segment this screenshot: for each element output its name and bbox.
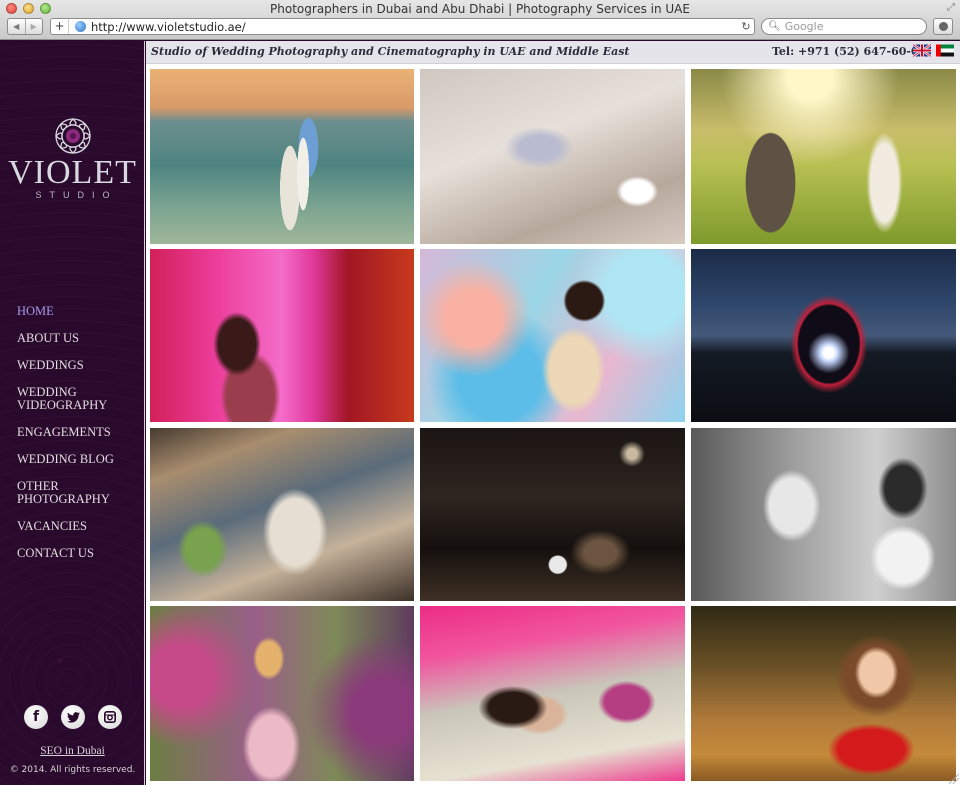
logo-link[interactable]: VIOLET STUDIO [0,117,145,201]
tile-caption: Couple silhouetted under red veil at nig… [691,417,956,422]
tile-caption: Black and white portrait of smiling coup… [691,596,956,601]
search-field[interactable]: 🔍︎ Google [761,18,927,35]
back-button[interactable]: ◀ [8,19,25,34]
history-navigation: ◀ ▶ [7,18,43,35]
url-input[interactable]: http://www.violetstudio.ae/ [91,20,738,34]
search-placeholder: Google [784,20,824,33]
gallery-tile-golf-couple[interactable]: Couple walking hand in hand on sunlit go… [691,69,956,244]
tile-caption: Couple dancing in a wine cellar with bal… [420,596,685,601]
nav-item-vacancies[interactable]: VACANCIES [17,520,117,533]
download-icon [938,22,948,31]
twitter-bird-glyph [66,711,80,723]
gallery-tile-bridal-shoes[interactable]: Jeweled bridal sandals with white flower… [420,69,685,244]
main-content: Studio of Wedding Photography and Cinema… [146,41,960,785]
tile-caption: Couple embracing in the sea at sunset [150,239,414,244]
copyright-text: © 2014. All rights reserved. [9,765,136,775]
gallery-tile-night-veil[interactable]: Couple silhouetted under red veil at nig… [691,249,956,422]
logo-wordmark: VIOLET [8,154,137,191]
nav-item-wedding-blog[interactable]: WEDDING BLOG [17,453,117,466]
nav-item-label: OTHER PHOTOGRAPHY [17,479,110,506]
header-bar: Studio of Wedding Photography and Cinema… [146,41,960,64]
gallery-tile-groom-bokeh[interactable]: Groom in sherwani through colorful bokeh [420,249,685,422]
phone-number: Tel: +971 (52) 647-60-07 [772,45,927,58]
tile-caption: Woman lying in a hammock with pink fabri… [420,776,685,781]
facebook-icon[interactable]: f [24,705,48,729]
gallery-tile-carousel-kiss[interactable]: Couple kissing on a vintage carousel [150,428,414,601]
nav-item-about-us[interactable]: ABOUT US [17,332,117,345]
fullscreen-icon[interactable]: ⤢ [947,2,955,13]
tile-caption: Woman in pink dress among flowers [150,776,414,781]
studio-tagline: Studio of Wedding Photography and Cinema… [151,45,630,58]
uae-flag-icon[interactable] [936,44,954,57]
nav-item-weddings[interactable]: WEDDINGS [17,359,117,372]
rosette-logo-icon [54,118,91,154]
gallery-tile-flower-portrait[interactable]: Woman in pink dress among flowers [150,606,414,781]
gallery-tile-beach-couple[interactable]: Couple embracing in the sea at sunset [150,69,414,244]
gallery-tile-pink-veil[interactable]: Smiling bride behind pink veil with red … [150,249,414,422]
tile-caption: Smiling girl lying in autumn leaves [691,776,956,781]
gallery-tile-hammock[interactable]: Woman lying in a hammock with pink fabri… [420,606,685,781]
forward-button[interactable]: ▶ [24,19,43,34]
tile-caption: Couple walking hand in hand on sunlit go… [691,239,956,244]
gallery-tile-wine-cellar[interactable]: Couple dancing in a wine cellar with bal… [420,428,685,601]
photo-gallery: Couple embracing in the sea at sunset Je… [150,69,956,781]
seo-in-dubai-link[interactable]: SEO in Dubai [0,745,145,757]
address-bar[interactable]: + http://www.violetstudio.ae/ ↻ [50,18,755,35]
tile-caption: Jeweled bridal sandals with white flower… [420,239,685,244]
nav-item-wedding-videography[interactable]: WEDDING VIDEOGRAPHY [17,386,117,412]
social-links: f [24,705,122,729]
globe-icon [75,21,86,32]
camera-glyph [104,711,116,723]
twitter-icon[interactable] [61,705,85,729]
uk-flag-icon[interactable] [913,44,931,57]
nav-item-contact-us[interactable]: CONTACT US [17,547,117,560]
window-title: Photographers in Dubai and Abu Dhabi | P… [270,2,690,16]
gallery-tile-autumn-girl[interactable]: Smiling girl lying in autumn leaves [691,606,956,781]
nav-item-label: WEDDING VIDEOGRAPHY [17,385,108,412]
add-bookmark-button[interactable]: + [51,19,69,34]
nav-item-engagements[interactable]: ENGAGEMENTS [17,426,117,439]
window-resize-handle[interactable] [949,774,959,784]
nav-item-home[interactable]: HOME [17,305,117,318]
sidebar: VIOLET STUDIO HOME ABOUT US WEDDINGS WED… [0,41,145,785]
main-navigation: HOME ABOUT US WEDDINGS WEDDING VIDEOGRAP… [17,305,117,574]
nav-item-other-photography[interactable]: OTHER PHOTOGRAPHY [17,480,117,506]
gallery-tile-bw-couple[interactable]: Black and white portrait of smiling coup… [691,428,956,601]
downloads-button[interactable] [933,18,953,35]
browser-toolbar: Photographers in Dubai and Abu Dhabi | P… [0,0,960,40]
instagram-icon[interactable] [98,705,122,729]
search-icon: 🔍︎ [768,21,781,32]
tile-caption: Smiling bride behind pink veil with red … [150,417,414,422]
tile-caption: Couple kissing on a vintage carousel [150,596,414,601]
reload-icon[interactable]: ↻ [738,20,754,33]
tile-caption: Groom in sherwani through colorful bokeh [420,417,685,422]
